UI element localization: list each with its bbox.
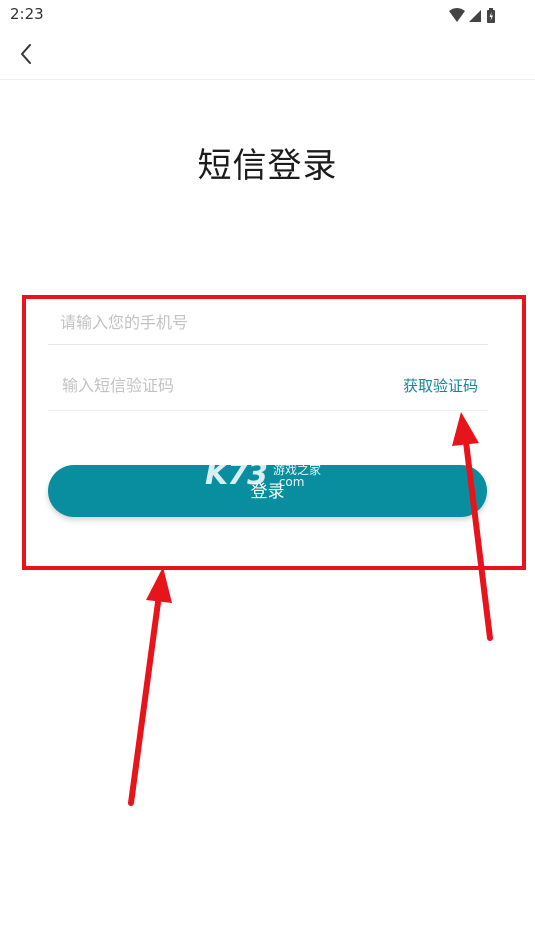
sms-code-input[interactable] [62,373,322,397]
arrow-up-right [452,412,493,641]
phone-input[interactable] [60,310,460,334]
back-button[interactable] [10,38,42,70]
sms-login-screen: 2:23 短信登录 请输入您的手机号 输入短信验证码 获取验证码 登录 K73 … [0,0,535,951]
wifi-icon [449,8,465,22]
signal-icon [469,10,481,22]
get-code-button[interactable]: 获取验证码 [403,375,478,396]
code-field: 获取验证码 [48,362,488,411]
phone-field [48,298,488,345]
status-icons [447,7,507,23]
page-title: 短信登录 [197,146,338,186]
nav-bar [0,30,535,80]
status-bar: 2:23 [0,0,535,30]
login-button[interactable]: 登录 [48,465,487,517]
status-time: 2:23 [10,5,44,23]
arrow-up-left [128,567,172,806]
battery-icon [487,8,495,23]
chevron-left-icon [21,44,31,64]
